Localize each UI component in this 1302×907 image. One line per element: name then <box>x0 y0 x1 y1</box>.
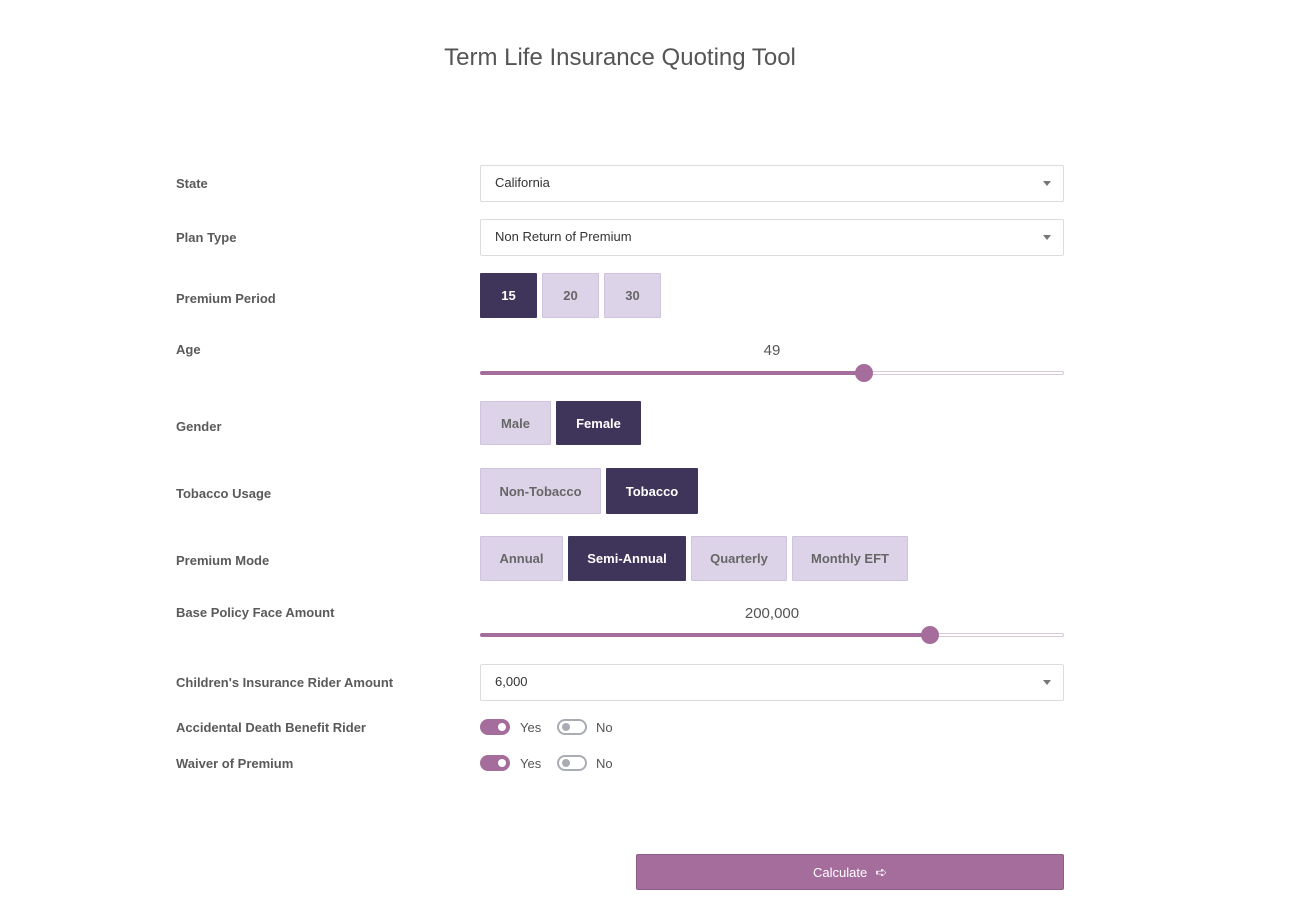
plan-type-value: Non Return of Premium <box>495 229 632 244</box>
page-title: Term Life Insurance Quoting Tool <box>444 44 796 71</box>
waiver-no-label: No <box>596 756 613 771</box>
face-amount-value: 200,000 <box>744 605 800 622</box>
mode-semi-annual-button[interactable]: Semi-Annual <box>568 536 686 581</box>
gender-female-button[interactable]: Female <box>556 401 641 445</box>
calculate-label: Calculate <box>813 864 868 880</box>
children-rider-value: 6,000 <box>495 674 528 689</box>
adb-no-label: No <box>596 720 613 735</box>
age-slider-fill <box>480 371 864 375</box>
mode-monthly-eft-button[interactable]: Monthly EFT <box>792 536 908 581</box>
chevron-down-icon <box>1043 680 1051 685</box>
arrow-right-icon: ➪ <box>875 863 887 880</box>
period-20-button[interactable]: 20 <box>542 273 599 318</box>
state-label: State <box>176 176 208 191</box>
face-amount-label: Base Policy Face Amount <box>176 605 335 620</box>
children-rider-select[interactable]: 6,000 <box>480 664 1064 701</box>
period-15-button[interactable]: 15 <box>480 273 537 318</box>
mode-quarterly-button[interactable]: Quarterly <box>691 536 787 581</box>
chevron-down-icon <box>1043 181 1051 186</box>
waiver-label: Waiver of Premium <box>176 756 294 771</box>
gender-label: Gender <box>176 419 222 434</box>
children-rider-label: Children's Insurance Rider Amount <box>176 675 394 690</box>
period-30-button[interactable]: 30 <box>604 273 661 318</box>
mode-annual-button[interactable]: Annual <box>480 536 563 581</box>
waiver-yes-label: Yes <box>520 756 542 771</box>
gender-male-button[interactable]: Male <box>480 401 551 445</box>
plan-type-label: Plan Type <box>176 230 237 245</box>
tobacco-button[interactable]: Tobacco <box>606 468 698 514</box>
state-value: California <box>495 175 550 190</box>
tobacco-label: Tobacco Usage <box>176 486 272 501</box>
age-label: Age <box>176 342 201 357</box>
adb-yes-label: Yes <box>520 720 542 735</box>
adb-no-toggle[interactable] <box>557 719 587 735</box>
waiver-no-toggle[interactable] <box>557 755 587 771</box>
non-tobacco-button[interactable]: Non-Tobacco <box>480 468 601 514</box>
state-select[interactable]: California <box>480 165 1064 202</box>
adb-yes-toggle[interactable] <box>480 719 510 735</box>
adb-rider-label: Accidental Death Benefit Rider <box>176 720 366 735</box>
calculate-button[interactable]: Calculate ➪ <box>636 854 1064 890</box>
age-slider-handle[interactable] <box>854 364 873 382</box>
plan-type-select[interactable]: Non Return of Premium <box>480 219 1064 256</box>
waiver-yes-toggle[interactable] <box>480 755 510 771</box>
age-value: 49 <box>763 342 781 359</box>
face-amount-slider-fill <box>480 633 931 637</box>
premium-period-label: Premium Period <box>176 291 276 306</box>
chevron-down-icon <box>1043 235 1051 240</box>
face-amount-slider-handle[interactable] <box>921 626 940 644</box>
premium-mode-label: Premium Mode <box>176 553 270 568</box>
